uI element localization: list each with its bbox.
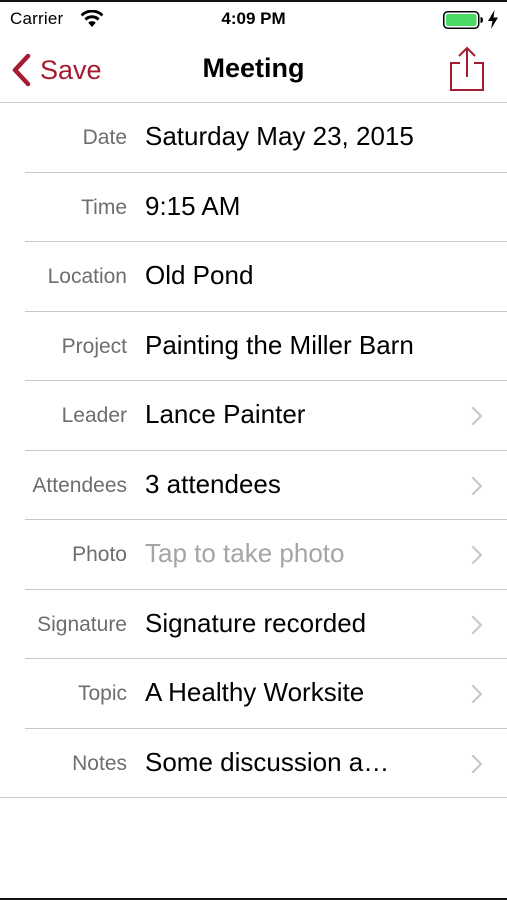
date-row[interactable]: Date Saturday May 23, 2015 [0,103,507,173]
time-label: Time [81,195,127,219]
meeting-screen: Carrier 4:09 PM Save Meeting Date Saturd… [0,0,507,900]
topic-row[interactable]: Topic A Healthy Worksite [0,659,507,729]
chevron-right-icon [471,545,483,565]
project-label: Project [61,334,127,358]
meeting-form: Date Saturday May 23, 2015 Time 9:15 AM … [0,103,507,798]
photo-label: Photo [72,543,127,566]
photo-value: Tap to take photo [145,538,345,568]
share-icon[interactable] [448,46,486,92]
save-back-button[interactable]: Save [10,50,102,90]
signature-row[interactable]: Signature Signature recorded [0,590,507,659]
leader-row[interactable]: Leader Lance Painter [0,381,507,451]
topic-label: Topic [77,682,127,705]
notes-row[interactable]: Notes Some discussion a… [0,729,507,798]
attendees-row[interactable]: Attendees 3 attendees [0,451,507,520]
signature-value: Signature recorded [145,607,367,638]
chevron-left-icon [12,53,31,87]
charging-bolt-icon [488,10,498,29]
notes-label: Notes [72,751,127,775]
photo-row[interactable]: Photo Tap to take photo [0,520,507,590]
time-row[interactable]: Time 9:15 AM [0,173,507,242]
status-bar: Carrier 4:09 PM [0,0,507,36]
chevron-right-icon [471,615,483,634]
chevron-right-icon [471,684,483,704]
topic-value: A Healthy Worksite [145,677,365,707]
date-value: Saturday May 23, 2015 [145,121,414,151]
battery-icon [443,11,483,29]
location-label: Location [47,265,127,288]
time-value: 9:15 AM [145,190,241,221]
date-label: Date [82,126,127,149]
location-row[interactable]: Location Old Pond [0,242,507,312]
leader-label: Leader [61,404,127,427]
chevron-right-icon [471,406,483,426]
row-divider [0,797,507,798]
location-value: Old Pond [145,260,254,290]
status-time: 4:09 PM [221,9,286,28]
notes-value: Some discussion a… [145,746,390,777]
chevron-right-icon [471,754,483,773]
attendees-label: Attendees [32,473,127,497]
leader-value: Lance Painter [145,399,306,429]
attendees-value: 3 attendees [145,468,281,499]
save-label: Save [40,54,102,85]
signature-label: Signature [37,612,127,636]
chevron-right-icon [471,476,483,495]
project-row[interactable]: Project Painting the Miller Barn [0,312,507,381]
navigation-bar: Save Meeting [0,36,507,103]
project-value: Painting the Miller Barn [145,329,414,360]
